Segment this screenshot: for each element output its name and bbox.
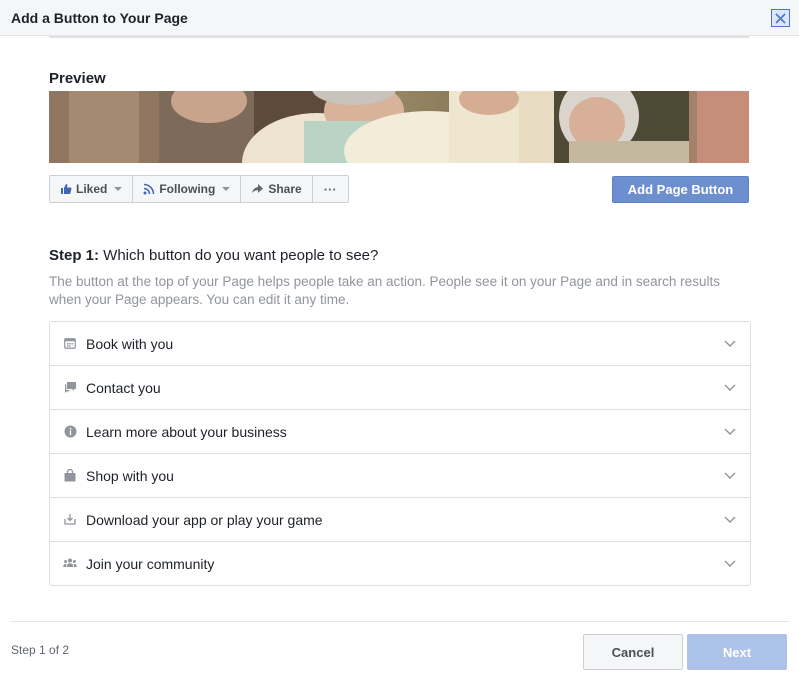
- chevron-down-icon: [724, 516, 736, 523]
- chevron-down-icon: [724, 384, 736, 391]
- share-button[interactable]: Share: [241, 176, 313, 202]
- shopping-bag-icon: [63, 468, 77, 482]
- chevron-down-icon: [724, 472, 736, 479]
- liked-button[interactable]: Liked: [50, 176, 134, 202]
- step-question: Which button do you want people to see?: [99, 247, 379, 264]
- option-contact-you[interactable]: Contact you: [50, 366, 750, 410]
- button-options-list: Book with you Contact you Learn more abo…: [49, 321, 751, 586]
- add-page-button[interactable]: Add Page Button: [612, 176, 749, 203]
- dialog-header: Add a Button to Your Page: [0, 0, 799, 36]
- chevron-down-icon: [114, 187, 123, 191]
- option-label: Download your app or play your game: [86, 511, 323, 528]
- share-label: Share: [268, 182, 302, 196]
- close-button[interactable]: [771, 9, 790, 27]
- step-description: The button at the top of your Page helps…: [49, 274, 720, 307]
- liked-label: Liked: [76, 182, 108, 196]
- option-learn-more[interactable]: Learn more about your business: [50, 410, 750, 454]
- cover-photo: [49, 91, 749, 163]
- info-icon: [63, 424, 77, 438]
- calendar-icon: [63, 336, 77, 350]
- option-label: Book with you: [86, 335, 174, 352]
- more-icon: ···: [323, 181, 337, 197]
- next-button[interactable]: Next: [687, 634, 787, 670]
- download-icon: [63, 512, 77, 526]
- option-label: Learn more about your business: [86, 423, 287, 440]
- cancel-button[interactable]: Cancel: [583, 634, 683, 670]
- option-download-app[interactable]: Download your app or play your game: [50, 498, 750, 542]
- footer-divider: [10, 621, 789, 622]
- chat-bubbles-icon: [63, 380, 77, 394]
- option-shop-with-you[interactable]: Shop with you: [50, 454, 750, 498]
- close-icon: [775, 12, 786, 24]
- chevron-down-icon: [724, 428, 736, 435]
- option-join-community[interactable]: Join your community: [50, 542, 750, 585]
- chevron-down-icon: [724, 340, 736, 347]
- following-button[interactable]: Following: [133, 176, 242, 202]
- divider: [49, 36, 749, 38]
- option-label: Join your community: [86, 555, 215, 572]
- chevron-down-icon: [222, 187, 231, 191]
- rss-icon: [143, 183, 155, 195]
- step-prefix: Step 1:: [49, 247, 100, 264]
- chevron-down-icon: [724, 560, 736, 567]
- option-label: Contact you: [86, 379, 161, 396]
- page-action-bar: Liked Following Share ···: [49, 175, 349, 203]
- option-book-with-you[interactable]: Book with you: [50, 322, 750, 366]
- share-arrow-icon: [252, 184, 264, 194]
- more-button[interactable]: ···: [313, 176, 348, 202]
- preview-heading: Preview: [49, 70, 106, 87]
- step-heading: Step 1: Which button do you want people …: [49, 247, 378, 264]
- people-icon: [63, 556, 77, 570]
- option-label: Shop with you: [86, 467, 174, 484]
- step-counter: Step 1 of 2: [11, 643, 70, 657]
- dialog-title: Add a Button to Your Page: [11, 10, 188, 26]
- following-label: Following: [159, 182, 216, 196]
- thumbs-up-icon: [61, 184, 72, 194]
